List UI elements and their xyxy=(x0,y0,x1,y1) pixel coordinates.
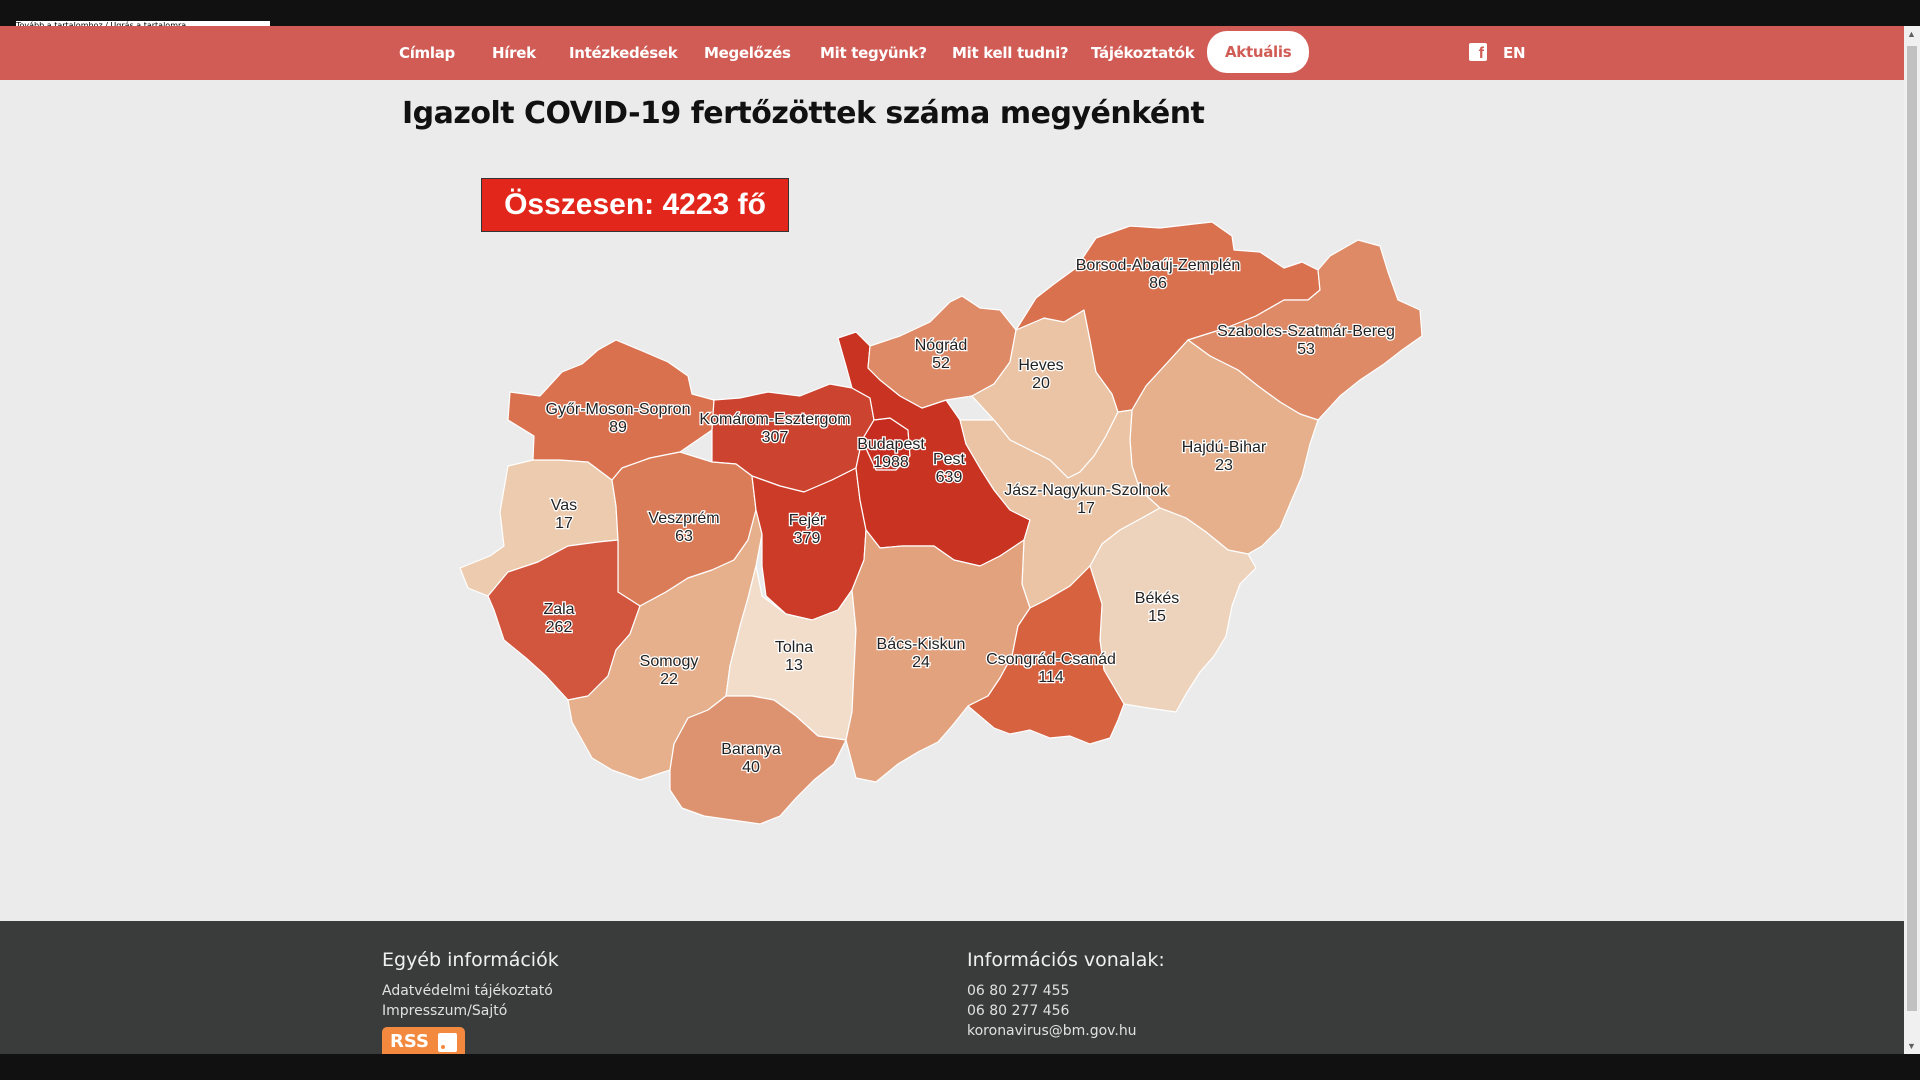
region-value-label: 379 xyxy=(794,530,821,547)
region-value-label: 22 xyxy=(660,671,678,688)
region-name-label: Békés xyxy=(1135,590,1179,607)
region-value-label: 24 xyxy=(912,654,930,671)
region-value-label: 307 xyxy=(762,429,789,446)
footer-link-privacy[interactable]: Adatvédelmi tájékoztató xyxy=(382,983,553,999)
region-name-label: Győr-Moson-Sopron xyxy=(546,401,691,418)
hungary-county-map: Borsod-Abaúj-Zemplén86 Szabolcs-Szatmár-B… xyxy=(459,221,1423,825)
region-value-label: 53 xyxy=(1297,341,1315,358)
region-name-label: Bács-Kiskun xyxy=(877,636,966,653)
rss-button[interactable]: RSS xyxy=(382,1027,465,1054)
page-scrollbar[interactable]: ▲ ▼ xyxy=(1904,26,1920,1054)
region-name-label: Borsod-Abaúj-Zemplén xyxy=(1076,257,1241,274)
region-name-label: Zala xyxy=(543,601,574,618)
region-name-label: Fejér xyxy=(789,512,826,529)
region-value-label: 114 xyxy=(1038,669,1064,686)
scrollbar-thumb[interactable] xyxy=(1907,46,1917,1011)
region-name-label: Jász-Nagykun-Szolnok xyxy=(1004,482,1169,499)
rss-feed-icon xyxy=(438,1033,457,1052)
scroll-down-arrow-icon[interactable]: ▼ xyxy=(1907,1041,1916,1051)
region-value-label: 262 xyxy=(546,619,573,636)
browser-bottom-bar xyxy=(0,1054,1920,1080)
scroll-up-arrow-icon[interactable]: ▲ xyxy=(1907,29,1916,39)
footer-link-imprint[interactable]: Impresszum/Sajtó xyxy=(382,1003,507,1019)
region-name-label: Veszprém xyxy=(648,510,719,527)
region-value-label: 40 xyxy=(742,759,760,776)
site-footer: Egyéb információk Adatvédelmi tájékoztat… xyxy=(0,921,1904,1054)
region-name-label: Heves xyxy=(1018,357,1063,374)
region-name-label: Tolna xyxy=(775,639,813,656)
region-name-label: Baranya xyxy=(721,741,781,758)
region-value-label: 13 xyxy=(785,657,803,674)
region-name-label: Somogy xyxy=(640,653,699,670)
region-value-label: 86 xyxy=(1149,275,1167,292)
region-name-label: Komárom-Esztergom xyxy=(699,411,850,428)
footer-phone-1: 06 80 277 455 xyxy=(967,983,1070,999)
region-name-label: Nógrád xyxy=(915,337,967,354)
region-value-label: 63 xyxy=(675,528,693,545)
region-value-label: 17 xyxy=(1077,500,1095,517)
region-name-label: Hajdú-Bihar xyxy=(1182,439,1267,456)
footer-info-lines-title: Információs vonalak: xyxy=(967,949,1165,971)
region-value-label: 52 xyxy=(932,355,950,372)
rss-label: RSS xyxy=(390,1031,429,1052)
region-name-label: Vas xyxy=(551,497,577,514)
region-value-label: 17 xyxy=(555,515,573,532)
region-value-label: 15 xyxy=(1148,608,1166,625)
footer-email-link[interactable]: koronavirus@bm.gov.hu xyxy=(967,1023,1137,1039)
footer-other-info-title: Egyéb információk xyxy=(382,949,559,971)
region-value-label: 1988 xyxy=(873,454,909,471)
region-name-label: Szabolcs-Szatmár-Bereg xyxy=(1217,323,1395,340)
region-name-label: Csongrád-Csanád xyxy=(986,651,1116,668)
region-value-label: 89 xyxy=(609,419,627,436)
region-name-label: Budapest xyxy=(857,436,925,453)
region-value-label: 20 xyxy=(1032,375,1050,392)
region-name-label: Pest xyxy=(933,451,966,468)
region-value-label: 639 xyxy=(936,469,963,486)
footer-phone-2: 06 80 277 456 xyxy=(967,1003,1070,1019)
region-value-label: 23 xyxy=(1215,457,1233,474)
